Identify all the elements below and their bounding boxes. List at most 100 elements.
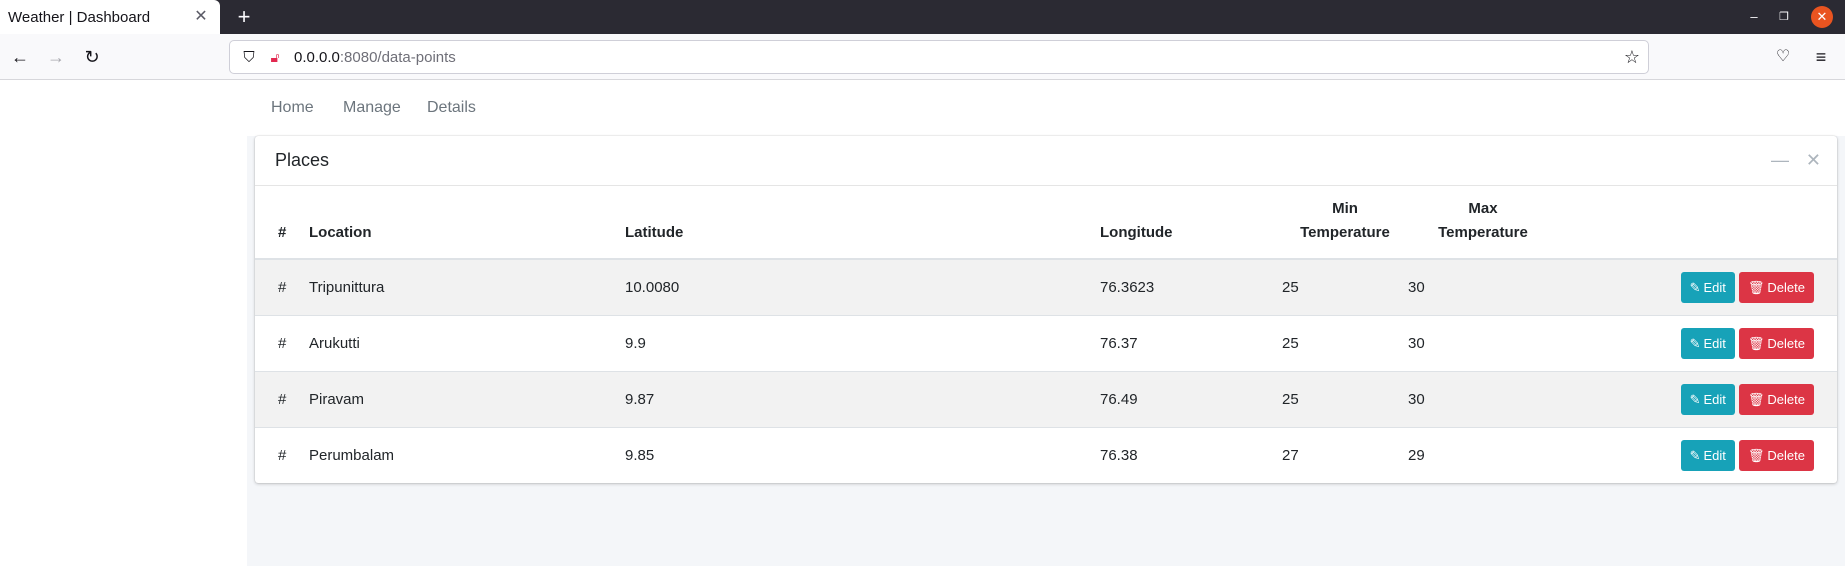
cell-location: Piravam [309, 370, 625, 427]
tab-title: Weather | Dashboard [8, 8, 151, 26]
close-icon[interactable]: ✕ [1806, 150, 1821, 171]
delete-button[interactable]: 🗑︎ Delete [1738, 383, 1814, 415]
delete-button[interactable]: 🗑︎ Delete [1738, 327, 1814, 359]
cell-min-temperature: 27 [1282, 426, 1408, 483]
trash-icon: 🗑︎ [1747, 335, 1765, 351]
header-location: Location [309, 186, 625, 260]
cell-longitude: 76.3623 [1100, 258, 1282, 315]
edit-label: Edit [1703, 279, 1726, 295]
shield-icon[interactable]: ⛉ [240, 49, 258, 66]
cell-latitude: 9.9 [625, 314, 1100, 371]
browser-titlebar: Weather | Dashboard ✕ + – ❐ ✕ [0, 0, 1845, 34]
places-card: Places — ✕ # Location Latitude Longitude… [255, 136, 1837, 483]
cell-longitude: 76.49 [1100, 370, 1282, 427]
table-header-row: # Location Latitude Longitude Min Tempera… [255, 186, 1837, 260]
forward-arrow-icon[interactable]: → [44, 45, 68, 69]
cell-max-temperature: 30 [1408, 258, 1558, 315]
url-text[interactable]: 0.0.0.0:8080/data-points [294, 49, 456, 66]
header-num: # [255, 186, 309, 260]
delete-button[interactable]: 🗑︎ Delete [1738, 439, 1814, 471]
delete-label: Delete [1767, 447, 1805, 463]
cell-max-temperature: 29 [1408, 426, 1558, 483]
delete-label: Delete [1767, 279, 1805, 295]
delete-button[interactable]: 🗑︎ Delete [1738, 271, 1814, 303]
pocket-icon[interactable]: ♡ [1771, 45, 1795, 69]
nav-details-link[interactable]: Details [427, 99, 476, 117]
cell-actions: ✎ Edit 🗑︎ Delete [1558, 314, 1837, 371]
plus-icon[interactable]: + [232, 5, 256, 29]
sidebar [0, 80, 247, 566]
cell-num: # [255, 370, 309, 427]
trash-icon: 🗑︎ [1747, 279, 1765, 295]
hamburger-menu-icon[interactable]: ≡ [1809, 45, 1833, 69]
edit-button[interactable]: ✎ Edit [1680, 327, 1735, 359]
reload-icon[interactable]: ↻ [80, 45, 104, 69]
table-row: # Perumbalam 9.85 76.38 27 29 ✎ Edit 🗑︎ Del… [255, 426, 1837, 483]
card-title: Places [275, 150, 330, 170]
edit-label: Edit [1703, 391, 1726, 407]
cell-location: Arukutti [309, 314, 625, 371]
cell-actions: ✎ Edit 🗑︎ Delete [1558, 370, 1837, 427]
edit-button[interactable]: ✎ Edit [1680, 439, 1735, 471]
cell-latitude: 9.87 [625, 370, 1100, 427]
header-max-line2: Temperature [1438, 224, 1528, 241]
edit-button[interactable]: ✎ Edit [1680, 271, 1735, 303]
nav-home-link[interactable]: Home [271, 99, 314, 117]
cell-min-temperature: 25 [1282, 258, 1408, 315]
url-host: 0.0.0.0 [294, 48, 340, 66]
table-row: # Piravam 9.87 76.49 25 30 ✎ Edit 🗑︎ Delete [255, 370, 1837, 427]
places-table: # Location Latitude Longitude Min Tempera… [255, 186, 1837, 483]
nav-manage-link[interactable]: Manage [343, 99, 401, 117]
minus-icon[interactable]: — [1771, 150, 1789, 171]
cell-latitude: 9.85 [625, 426, 1100, 483]
header-min-line1: Min [1332, 200, 1358, 217]
delete-label: Delete [1767, 335, 1805, 351]
cell-max-temperature: 30 [1408, 314, 1558, 371]
top-navigation: Home Manage Details [247, 80, 1845, 136]
header-max-temperature: Max Temperature [1408, 186, 1558, 260]
pencil-icon: ✎ [1689, 335, 1701, 351]
pencil-icon: ✎ [1689, 391, 1701, 407]
cell-actions: ✎ Edit 🗑︎ Delete [1558, 258, 1837, 315]
trash-icon: 🗑︎ [1747, 447, 1765, 463]
cell-location: Perumbalam [309, 426, 625, 483]
cell-longitude: 76.38 [1100, 426, 1282, 483]
pencil-icon: ✎ [1689, 447, 1701, 463]
close-icon[interactable]: ✕ [192, 8, 210, 26]
page: Home Manage Details Places — ✕ # Locatio… [0, 80, 1845, 566]
delete-label: Delete [1767, 391, 1805, 407]
header-min-line2: Temperature [1300, 224, 1390, 241]
header-max-line1: Max [1468, 200, 1498, 217]
cell-min-temperature: 25 [1282, 370, 1408, 427]
card-header: Places — ✕ [255, 136, 1837, 186]
cell-latitude: 10.0080 [625, 258, 1100, 315]
edit-label: Edit [1703, 447, 1726, 463]
cell-longitude: 76.37 [1100, 314, 1282, 371]
cell-min-temperature: 25 [1282, 314, 1408, 371]
pencil-icon: ✎ [1689, 279, 1701, 295]
edit-button[interactable]: ✎ Edit [1680, 383, 1735, 415]
edit-label: Edit [1703, 335, 1726, 351]
browser-navbar: ← → ↻ ⛉ 🔓︎ 0.0.0.0:8080/data-points ☆ ♡ … [0, 34, 1845, 80]
close-window-icon[interactable]: ✕ [1811, 6, 1833, 28]
content-wrapper: Home Manage Details Places — ✕ # Locatio… [247, 80, 1845, 566]
cell-max-temperature: 30 [1408, 370, 1558, 427]
url-bar[interactable]: ⛉ 🔓︎ 0.0.0.0:8080/data-points ☆ [229, 40, 1649, 74]
insecure-lock-icon[interactable]: 🔓︎ [266, 49, 284, 66]
header-latitude: Latitude [625, 186, 1100, 260]
cell-num: # [255, 258, 309, 315]
bookmark-star-icon[interactable]: ☆ [1624, 47, 1640, 68]
header-min-temperature: Min Temperature [1282, 186, 1408, 260]
browser-tab[interactable]: Weather | Dashboard ✕ [0, 0, 220, 34]
header-longitude: Longitude [1100, 186, 1282, 260]
restore-window-icon[interactable]: ❐ [1773, 6, 1795, 28]
table-row: # Tripunittura 10.0080 76.3623 25 30 ✎ Ed… [255, 258, 1837, 315]
minimize-window-icon[interactable]: – [1743, 6, 1765, 28]
url-path: :8080/data-points [339, 48, 456, 66]
cell-actions: ✎ Edit 🗑︎ Delete [1558, 426, 1837, 483]
table-row: # Arukutti 9.9 76.37 25 30 ✎ Edit 🗑︎ Delete [255, 314, 1837, 371]
back-arrow-icon[interactable]: ← [8, 45, 32, 69]
cell-location: Tripunittura [309, 258, 625, 315]
trash-icon: 🗑︎ [1747, 391, 1765, 407]
cell-num: # [255, 314, 309, 371]
